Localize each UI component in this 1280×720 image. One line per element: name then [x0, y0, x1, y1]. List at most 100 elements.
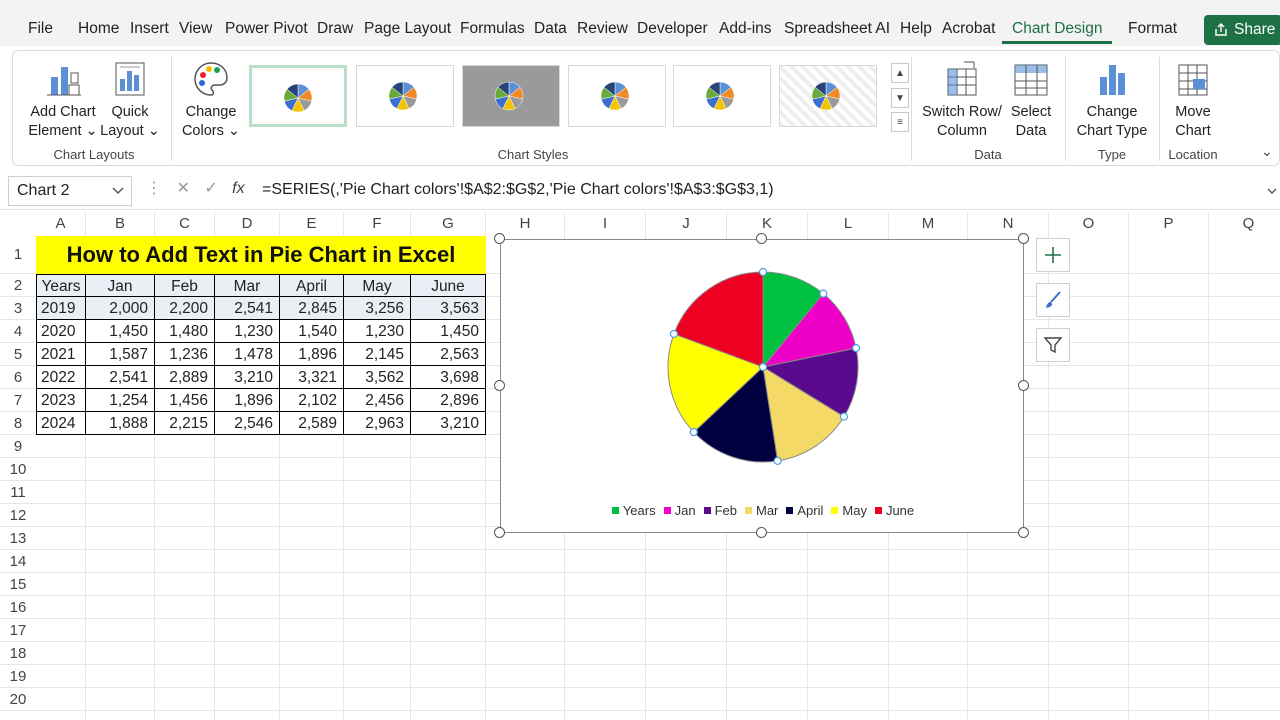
gallery-scroll-up-icon[interactable]: ▲ [891, 63, 909, 83]
chart-styles-button[interactable] [1036, 283, 1070, 317]
tab-chart-design[interactable]: Chart Design [1001, 20, 1113, 44]
table-cell[interactable]: 1,254 [86, 389, 155, 412]
table-cell[interactable]: 1,587 [86, 343, 155, 366]
row-header-2[interactable]: 2 [0, 274, 36, 297]
legend-item-feb[interactable]: Feb [703, 503, 737, 518]
legend-item-may[interactable]: May [831, 503, 867, 518]
tab-spreadsheet-ai[interactable]: Spreadsheet AI [784, 20, 890, 38]
table-cell[interactable]: 2,589 [280, 412, 344, 435]
column-header-c[interactable]: C [155, 212, 215, 236]
resize-handle[interactable] [756, 527, 767, 538]
enter-icon[interactable]: ✓ [204, 180, 217, 197]
table-cell[interactable]: 3,210 [411, 412, 486, 435]
table-cell[interactable]: 2,896 [411, 389, 486, 412]
gallery-scroll-down-icon[interactable]: ▼ [891, 88, 909, 108]
table-header-cell[interactable]: Feb [155, 274, 215, 297]
tab-page-layout[interactable]: Page Layout [364, 20, 451, 38]
resize-handle[interactable] [756, 233, 767, 244]
row-header-8[interactable]: 8 [0, 412, 36, 435]
move-chart-button[interactable]: Move Chart [1163, 59, 1223, 141]
table-cell[interactable]: 1,230 [344, 320, 411, 343]
column-header-j[interactable]: J [646, 212, 727, 236]
tab-formulas[interactable]: Formulas [460, 20, 525, 38]
row-header-11[interactable]: 11 [0, 481, 36, 504]
table-cell[interactable]: 3,562 [344, 366, 411, 389]
column-header-p[interactable]: P [1129, 212, 1209, 236]
slice-selection-handle[interactable] [852, 344, 861, 353]
chevron-down-icon[interactable] [111, 183, 125, 197]
switch-row-column-button[interactable]: Switch Row/ Column [917, 59, 1007, 141]
chart-style-thumbnail[interactable] [568, 65, 666, 127]
column-header-i[interactable]: I [565, 212, 646, 236]
slice-selection-handle[interactable] [839, 412, 849, 421]
row-header-19[interactable]: 19 [0, 665, 36, 688]
collapse-ribbon-icon[interactable]: ⌄ [1261, 143, 1273, 160]
table-cell[interactable]: 1,230 [215, 320, 280, 343]
table-header-cell[interactable]: April [280, 274, 344, 297]
row-header-1[interactable]: 1 [0, 236, 36, 274]
slice-selection-handle[interactable] [758, 267, 768, 277]
chart-style-thumbnail[interactable] [249, 65, 347, 127]
table-cell[interactable]: 1,480 [155, 320, 215, 343]
expand-formula-bar-icon[interactable] [1266, 185, 1278, 197]
table-cell[interactable]: 3,698 [411, 366, 486, 389]
row-header-3[interactable]: 3 [0, 297, 36, 320]
resize-handle[interactable] [1018, 233, 1029, 244]
table-cell[interactable]: 1,450 [411, 320, 486, 343]
column-header-b[interactable]: B [86, 212, 155, 236]
table-cell[interactable]: 2,000 [86, 297, 155, 320]
slice-selection-handle[interactable] [758, 362, 768, 372]
chart-style-thumbnail[interactable] [356, 65, 454, 127]
chart-filters-button[interactable] [1036, 328, 1070, 362]
legend-item-jan[interactable]: Jan [663, 503, 696, 518]
table-cell[interactable]: 2,845 [280, 297, 344, 320]
row-header-12[interactable]: 12 [0, 504, 36, 527]
tab-insert[interactable]: Insert [130, 20, 169, 38]
tab-acrobat[interactable]: Acrobat [942, 20, 995, 38]
tab-review[interactable]: Review [577, 20, 628, 38]
gallery-more-icon[interactable]: ≡ [891, 112, 909, 132]
chart-style-thumbnail[interactable] [673, 65, 771, 127]
table-cell[interactable]: 2,563 [411, 343, 486, 366]
table-cell[interactable]: 2024 [36, 412, 86, 435]
share-button[interactable]: Share [1204, 15, 1280, 45]
table-cell[interactable]: 1,896 [280, 343, 344, 366]
table-header-cell[interactable]: Jan [86, 274, 155, 297]
table-cell[interactable]: 2,145 [344, 343, 411, 366]
table-cell[interactable]: 2,200 [155, 297, 215, 320]
quick-layout-button[interactable]: Quick Layout ⌄ [99, 59, 161, 141]
tab-home[interactable]: Home [78, 20, 119, 38]
table-cell[interactable]: 3,256 [344, 297, 411, 320]
column-header-k[interactable]: K [727, 212, 808, 236]
table-cell[interactable]: 2021 [36, 343, 86, 366]
tab-format[interactable]: Format [1128, 20, 1177, 38]
row-header-10[interactable]: 10 [0, 458, 36, 481]
sheet-title-cell[interactable]: How to Add Text in Pie Chart in Excel [36, 236, 486, 274]
tab-file[interactable]: File [28, 20, 53, 38]
row-header-6[interactable]: 6 [0, 366, 36, 389]
table-cell[interactable]: 1,478 [215, 343, 280, 366]
tab-power-pivot[interactable]: Power Pivot [225, 20, 308, 38]
table-cell[interactable]: 2,215 [155, 412, 215, 435]
column-header-n[interactable]: N [968, 212, 1049, 236]
table-cell[interactable]: 1,236 [155, 343, 215, 366]
tab-developer[interactable]: Developer [637, 20, 708, 38]
formula-input[interactable]: =SERIES(,'Pie Chart colors'!$A$2:$G$2,'P… [262, 181, 774, 199]
row-header-5[interactable]: 5 [0, 343, 36, 366]
table-cell[interactable]: 2022 [36, 366, 86, 389]
table-cell[interactable]: 1,896 [215, 389, 280, 412]
tab-data[interactable]: Data [534, 20, 567, 38]
slice-selection-handle[interactable] [669, 329, 679, 339]
row-header-7[interactable]: 7 [0, 389, 36, 412]
slice-selection-handle[interactable] [773, 456, 782, 465]
row-header-15[interactable]: 15 [0, 573, 36, 596]
legend-item-years[interactable]: Years [611, 503, 656, 518]
tab-add-ins[interactable]: Add-ins [719, 20, 772, 38]
table-cell[interactable]: 2023 [36, 389, 86, 412]
table-cell[interactable]: 1,888 [86, 412, 155, 435]
insert-function-icon[interactable]: fx [232, 180, 244, 197]
table-cell[interactable]: 3,321 [280, 366, 344, 389]
table-header-cell[interactable]: June [411, 274, 486, 297]
resize-handle[interactable] [1018, 527, 1029, 538]
column-header-g[interactable]: G [411, 212, 486, 236]
